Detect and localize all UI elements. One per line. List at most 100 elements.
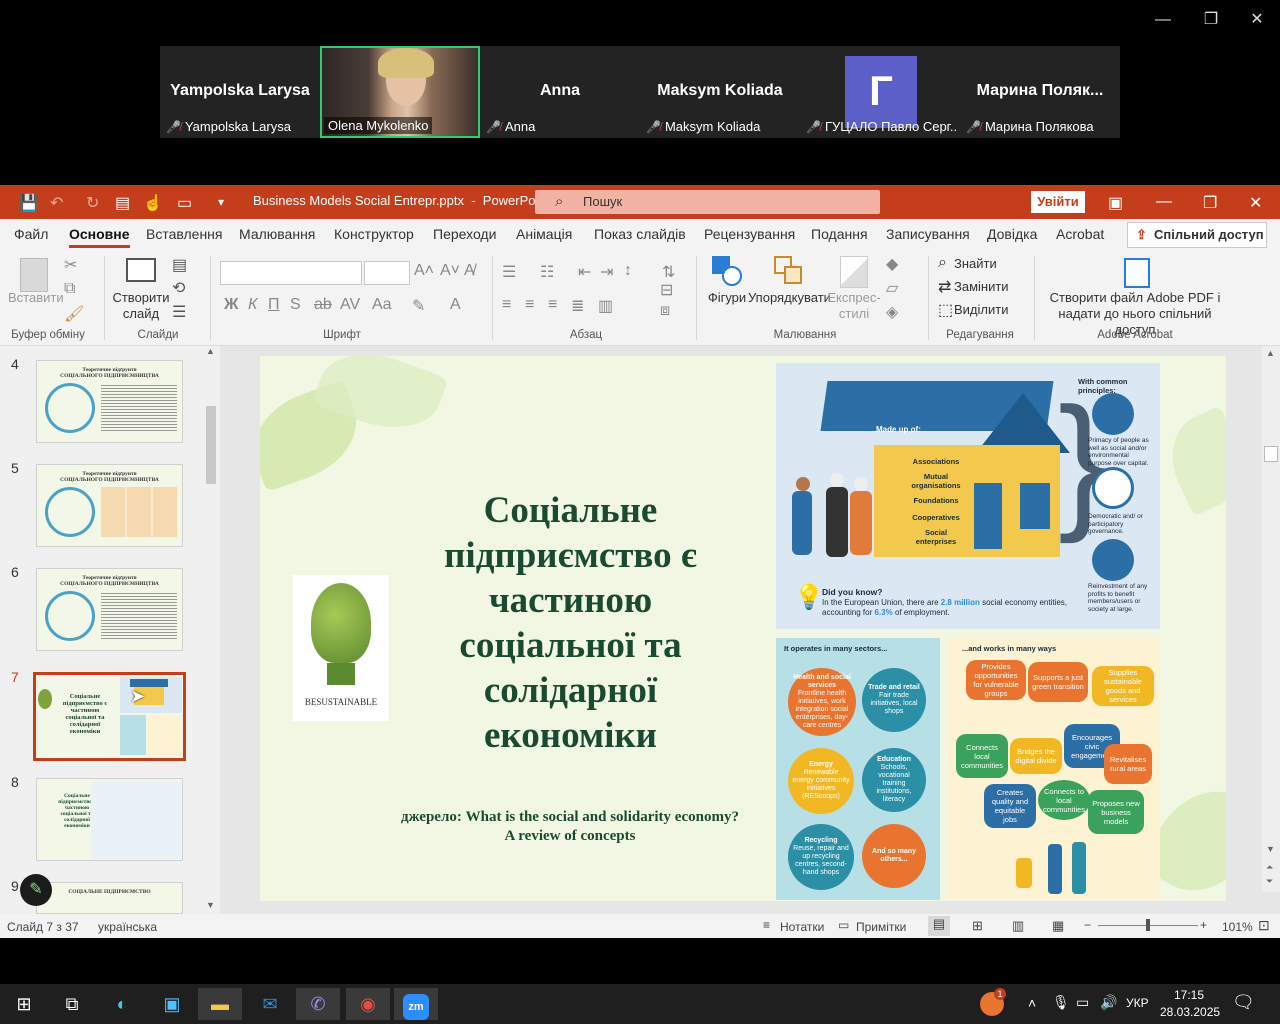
strikethrough-icon[interactable]: ab bbox=[314, 296, 332, 314]
participant-tile[interactable]: Г 🎤̸ ГУЦАЛО Павло Серг... bbox=[800, 46, 960, 138]
ppt-minimize-button[interactable]: — bbox=[1156, 193, 1172, 211]
scroll-up-icon[interactable]: ▲ bbox=[206, 346, 215, 356]
smartart-icon[interactable]: ⧈ bbox=[660, 302, 670, 320]
notes-button[interactable]: Нотатки bbox=[780, 920, 824, 934]
numbering-icon[interactable]: ☷ bbox=[540, 262, 554, 282]
participant-tile-active-video[interactable]: Olena Mykolenko bbox=[320, 46, 480, 138]
file-explorer-icon[interactable]: ▬ bbox=[198, 988, 242, 1020]
tab-help[interactable]: Довідка bbox=[987, 226, 1037, 242]
slide-thumbnail-selected[interactable]: Соціальне підприємство є частиною соціал… bbox=[33, 672, 186, 761]
scroll-thumb[interactable] bbox=[206, 406, 216, 484]
slide-thumbnail[interactable]: Соціальне підприємство є частиною соціал… bbox=[36, 778, 183, 861]
paste-icon[interactable] bbox=[20, 258, 48, 292]
quick-styles-icon[interactable] bbox=[840, 256, 868, 288]
slide-title[interactable]: Соціальне підприємство є частиною соціал… bbox=[428, 488, 713, 758]
slide-thumbnail[interactable]: Теоретичне підґрунтя СОЦІАЛЬНОГО ПІДПРИЄ… bbox=[36, 360, 183, 443]
pen-icon[interactable]: ✎ bbox=[20, 874, 52, 906]
shape-fill-icon[interactable]: ◆ bbox=[886, 254, 898, 274]
store-icon[interactable]: ▣ bbox=[150, 988, 194, 1020]
redo-icon[interactable]: ↻ bbox=[86, 193, 99, 213]
tab-slideshow[interactable]: Показ слайдів bbox=[594, 226, 686, 242]
normal-view-icon[interactable]: ▤ bbox=[928, 916, 950, 936]
bullets-icon[interactable]: ☰ bbox=[502, 262, 516, 282]
indent-increase-icon[interactable]: ⇥ bbox=[600, 262, 613, 282]
arrange-icon[interactable] bbox=[774, 256, 804, 286]
replace-button[interactable]: Замінити bbox=[954, 279, 1009, 295]
pdf-icon[interactable] bbox=[1124, 258, 1150, 288]
decrease-font-icon[interactable]: A˅ bbox=[440, 262, 460, 280]
select-button[interactable]: Виділити bbox=[954, 302, 1008, 318]
tab-draw[interactable]: Малювання bbox=[239, 226, 315, 242]
increase-font-icon[interactable]: A˄ bbox=[414, 262, 434, 280]
layout-icon[interactable]: ▭ bbox=[177, 193, 192, 213]
clear-format-icon[interactable]: A̸ bbox=[464, 262, 475, 280]
slide-thumbnail[interactable]: СОЦІАЛЬНЕ ПІДПРИЄМСТВО bbox=[36, 882, 183, 914]
tab-record[interactable]: Записування bbox=[886, 226, 970, 242]
chevron-up-icon[interactable]: ˄ bbox=[1028, 995, 1036, 1011]
slide-thumbnail[interactable]: Теоретичне підґрунтя СОЦІАЛЬНОГО ПІДПРИЄ… bbox=[36, 464, 183, 547]
columns-icon[interactable]: ▥ bbox=[598, 296, 613, 316]
align-left-icon[interactable]: ≡ bbox=[502, 296, 511, 314]
participant-tile[interactable]: Yampolska Larysa 🎤̸ Yampolska Larysa bbox=[160, 46, 320, 138]
highlight-icon[interactable]: ✎ bbox=[412, 296, 425, 316]
edge-icon[interactable]: ◐ bbox=[100, 988, 144, 1020]
clock-time[interactable]: 17:15 bbox=[1174, 988, 1204, 1002]
spacing-icon[interactable]: AV bbox=[340, 296, 360, 314]
thumbnail-scrollbar[interactable]: ▲ ▼ bbox=[203, 346, 219, 914]
tab-transitions[interactable]: Переходи bbox=[433, 226, 496, 242]
zoom-out-icon[interactable]: − bbox=[1084, 918, 1091, 932]
layout-icon[interactable]: ▤ bbox=[172, 255, 187, 275]
text-direction-icon[interactable]: ⇅ bbox=[662, 262, 675, 282]
network-icon[interactable]: ▭ bbox=[1076, 994, 1089, 1011]
arrange-button[interactable]: Упорядкувати bbox=[748, 290, 831, 306]
shape-effects-icon[interactable]: ◈ bbox=[886, 302, 898, 322]
indent-decrease-icon[interactable]: ⇤ bbox=[578, 262, 591, 282]
task-view-icon[interactable]: ⧉ bbox=[50, 988, 94, 1020]
font-family-select[interactable] bbox=[220, 261, 362, 285]
zoom-in-icon[interactable]: + bbox=[1200, 918, 1207, 932]
new-slide-icon[interactable] bbox=[126, 258, 156, 282]
start-icon[interactable]: ⊞ bbox=[2, 988, 46, 1020]
section-icon[interactable]: ☰ bbox=[172, 302, 186, 322]
fit-to-window-icon[interactable]: ⊡ bbox=[1258, 917, 1270, 934]
tab-design[interactable]: Конструктор bbox=[334, 226, 414, 242]
save-icon[interactable]: 💾 bbox=[19, 193, 39, 213]
italic-icon[interactable]: К bbox=[248, 296, 257, 314]
underline-icon[interactable]: П bbox=[268, 296, 280, 314]
shadow-icon[interactable]: S bbox=[290, 296, 301, 314]
outlook-icon[interactable]: ✉ bbox=[248, 988, 292, 1020]
undo-icon[interactable]: ↶ bbox=[50, 193, 63, 213]
scroll-thumb[interactable] bbox=[1264, 446, 1278, 462]
paste-button[interactable]: Вставити bbox=[8, 290, 64, 306]
participant-tile[interactable]: Anna 🎤̸ Anna bbox=[480, 46, 640, 138]
align-center-icon[interactable]: ≡ bbox=[525, 296, 534, 314]
present-icon[interactable]: ▤ bbox=[115, 193, 130, 213]
volume-icon[interactable]: 🔊 bbox=[1100, 994, 1117, 1011]
editor-scrollbar[interactable]: ▲ ▼ ⏶ ⏷ bbox=[1262, 346, 1280, 892]
slide-source[interactable]: джерело: What is the social and solidari… bbox=[380, 808, 760, 846]
tab-animations[interactable]: Анімація bbox=[516, 226, 572, 242]
select-icon[interactable]: ⬚ bbox=[938, 300, 953, 320]
font-size-select[interactable] bbox=[364, 261, 410, 285]
viber-icon[interactable]: ✆ bbox=[296, 988, 340, 1020]
tab-insert[interactable]: Вставлення bbox=[146, 226, 223, 242]
customize-qat-icon[interactable]: ▾ bbox=[218, 195, 224, 209]
scroll-down-icon[interactable]: ▼ bbox=[206, 900, 215, 910]
slide-sorter-icon[interactable]: ⊞ bbox=[972, 918, 983, 934]
tab-file[interactable]: Файл bbox=[14, 226, 48, 242]
shapes-button[interactable]: Фігури bbox=[702, 290, 752, 306]
scroll-down-icon[interactable]: ▼ bbox=[1266, 844, 1275, 854]
shape-outline-icon[interactable]: ▱ bbox=[886, 278, 898, 298]
tab-home[interactable]: Основне bbox=[69, 226, 130, 248]
scroll-up-icon[interactable]: ▲ bbox=[1266, 348, 1275, 358]
clock-date[interactable]: 28.03.2025 bbox=[1160, 1005, 1220, 1019]
cut-icon[interactable]: ✂ bbox=[64, 255, 77, 275]
tab-view[interactable]: Подання bbox=[811, 226, 868, 242]
slide-thumbnail[interactable]: Теоретичне підґрунтя СОЦІАЛЬНОГО ПІДПРИЄ… bbox=[36, 568, 183, 651]
chrome-icon[interactable]: ◉ bbox=[346, 988, 390, 1020]
share-button[interactable]: ⇪ Спільний доступ bbox=[1127, 222, 1267, 248]
new-slide-button[interactable]: Створити слайд bbox=[112, 290, 170, 322]
zoom-slider[interactable] bbox=[1098, 919, 1198, 931]
signin-button[interactable]: Увійти bbox=[1031, 191, 1085, 213]
font-color-icon[interactable]: A bbox=[450, 296, 461, 314]
